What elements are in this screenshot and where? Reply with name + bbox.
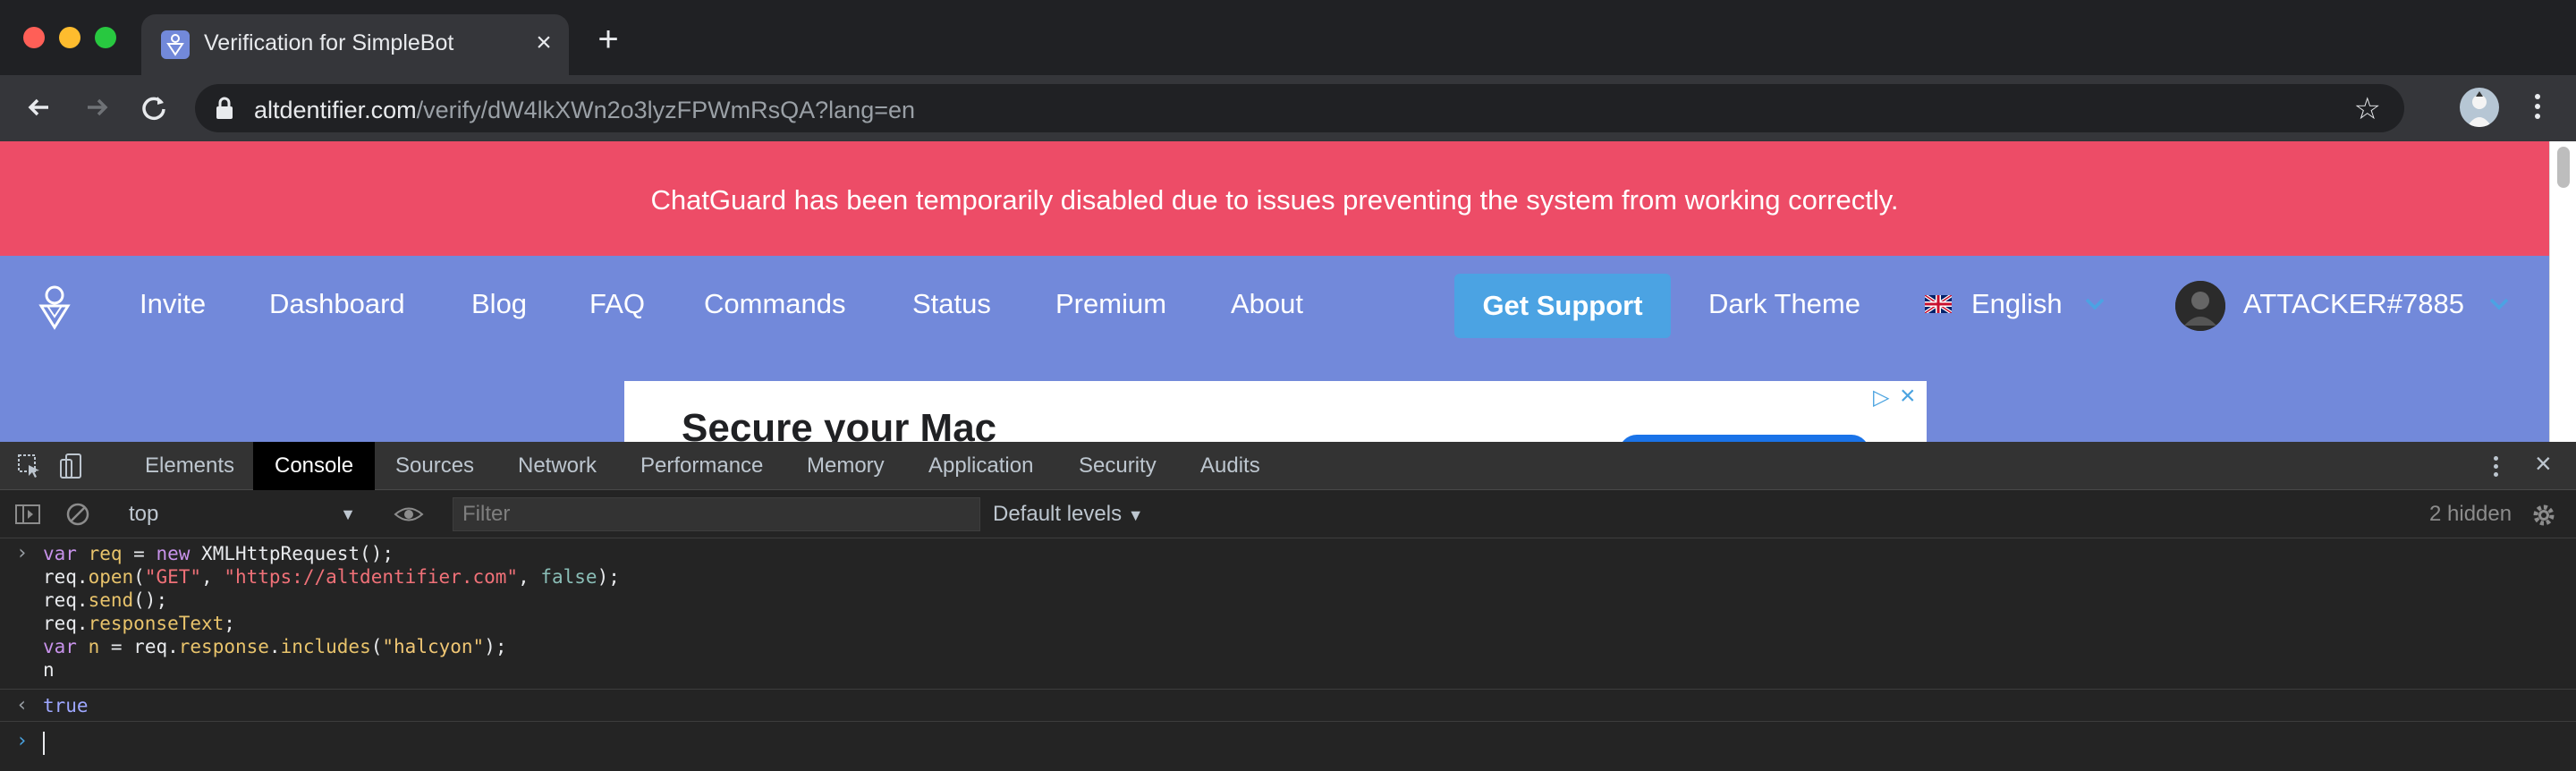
- console-divider-2: [0, 721, 2576, 722]
- devtools-close-icon[interactable]: ×: [2535, 447, 2552, 480]
- site-favicon-icon: [161, 30, 190, 59]
- star-icon[interactable]: ☆: [2354, 91, 2381, 127]
- ad-close-icon[interactable]: ×: [1900, 381, 1916, 411]
- user-avatar[interactable]: [2175, 281, 2225, 331]
- url-path: /verify/dW4lkXWn2o3lyzFPWmRsQA?lang=en: [416, 97, 916, 123]
- scrollbar-thumb[interactable]: [2557, 147, 2570, 188]
- lock-icon: [216, 97, 233, 119]
- console-output[interactable]: › var req = new XMLHttpRequest(); req.op…: [0, 538, 2576, 771]
- nav-commands[interactable]: Commands: [704, 288, 846, 320]
- tab-performance[interactable]: Performance: [619, 442, 784, 490]
- console-filter-input[interactable]: Filter: [453, 497, 980, 531]
- tab-elements[interactable]: Elements: [123, 442, 256, 490]
- log-levels-label: Default levels: [993, 502, 1123, 526]
- new-tab-button[interactable]: +: [590, 21, 626, 59]
- console-input-cursor[interactable]: [43, 732, 45, 755]
- gear-icon[interactable]: [2531, 503, 2556, 528]
- tab-security[interactable]: Security: [1057, 442, 1178, 490]
- devtools-panel: Elements Console Sources Network Perform…: [0, 442, 2576, 771]
- active-prompt-icon: ›: [16, 730, 29, 752]
- levels-arrow-icon: ▼: [1127, 506, 1144, 524]
- forward-icon[interactable]: [79, 89, 114, 125]
- menu-icon[interactable]: [2524, 89, 2551, 125]
- browser-tab[interactable]: Verification for SimpleBot ×: [141, 14, 569, 75]
- tab-sources[interactable]: Sources: [374, 442, 496, 490]
- browser-toolbar: altdentifier.com/verify/dW4lkXWn2o3lyzFP…: [0, 75, 2576, 141]
- console-line-2: req.open("GET", "https://altdentifier.co…: [43, 566, 620, 588]
- language-selector[interactable]: English: [1971, 288, 2063, 320]
- tab-title: Verification for SimpleBot: [204, 30, 454, 55]
- eye-icon[interactable]: [394, 501, 424, 528]
- url-host: altdentifier.com: [254, 97, 417, 123]
- devtools-more-icon[interactable]: [2487, 453, 2504, 479]
- tab-console[interactable]: Console: [253, 442, 376, 490]
- tab-close-icon[interactable]: ×: [528, 27, 560, 59]
- reload-icon[interactable]: [136, 89, 172, 125]
- nav-about[interactable]: About: [1231, 288, 1303, 320]
- tab-application[interactable]: Application: [907, 442, 1055, 490]
- alert-banner-text: ChatGuard has been temporarily disabled …: [650, 184, 1899, 216]
- user-name[interactable]: ATTACKER#7885: [2243, 288, 2464, 320]
- console-line-4: req.responseText;: [43, 613, 235, 634]
- console-line-3: req.send();: [43, 589, 168, 611]
- nav-premium[interactable]: Premium: [1055, 288, 1166, 320]
- clear-console-icon[interactable]: [64, 501, 91, 528]
- nav-dashboard[interactable]: Dashboard: [269, 288, 405, 320]
- select-arrow-icon: ▼: [340, 505, 356, 523]
- chevron-down-icon[interactable]: [2084, 297, 2106, 311]
- window-maximize-button[interactable]: [95, 27, 116, 48]
- uk-flag-icon: [1925, 295, 1952, 313]
- site-logo-icon[interactable]: [36, 284, 73, 331]
- alert-banner: ChatGuard has been temporarily disabled …: [0, 141, 2549, 256]
- ad-headline: Secure your Mac: [682, 406, 997, 442]
- profile-avatar[interactable]: [2460, 88, 2499, 127]
- user-chevron-down-icon[interactable]: [2488, 297, 2510, 311]
- devtools-tabbar: Elements Console Sources Network Perform…: [0, 442, 2576, 490]
- tab-memory[interactable]: Memory: [785, 442, 906, 490]
- window-close-button[interactable]: [23, 27, 45, 48]
- input-prompt-icon: ›: [16, 542, 29, 564]
- console-filterbar: top ▼ Filter Default levels ▼ 2 hidden: [0, 490, 2576, 538]
- get-support-button[interactable]: Get Support: [1454, 274, 1671, 338]
- page-scrollbar[interactable]: [2549, 141, 2576, 442]
- window-minimize-button[interactable]: [59, 27, 80, 48]
- dark-theme-link[interactable]: Dark Theme: [1708, 288, 1860, 320]
- inspect-icon[interactable]: [16, 453, 43, 479]
- web-page: ChatGuard has been temporarily disabled …: [0, 141, 2549, 442]
- device-toolbar-icon[interactable]: [57, 453, 84, 479]
- hidden-count: 2 hidden: [2429, 502, 2512, 526]
- back-icon[interactable]: [21, 89, 57, 125]
- nav-faq[interactable]: FAQ: [589, 288, 645, 320]
- advertisement[interactable]: Secure your Mac ▷ ×: [624, 381, 1927, 442]
- ad-cta-button[interactable]: [1619, 435, 1869, 442]
- nav-status[interactable]: Status: [912, 288, 991, 320]
- result-arrow-icon: ‹: [16, 694, 29, 716]
- context-value: top: [129, 502, 159, 526]
- address-bar[interactable]: altdentifier.com/verify/dW4lkXWn2o3lyzFP…: [195, 84, 2404, 132]
- console-line-5: var n = req.response.includes("halcyon")…: [43, 636, 507, 657]
- nav-invite[interactable]: Invite: [140, 288, 206, 320]
- console-divider: [0, 689, 2576, 690]
- adchoices-icon[interactable]: ▷: [1873, 385, 1889, 411]
- console-result: true: [43, 695, 89, 716]
- console-line-1: var req = new XMLHttpRequest();: [43, 543, 394, 564]
- console-line-6: n: [43, 659, 55, 681]
- tab-audits[interactable]: Audits: [1179, 442, 1282, 490]
- browser-tabstrip: Verification for SimpleBot × +: [0, 0, 2576, 75]
- log-levels-select[interactable]: Default levels ▼: [993, 497, 1144, 531]
- context-select[interactable]: top ▼: [116, 497, 369, 531]
- console-sidebar-icon[interactable]: [14, 501, 41, 528]
- nav-blog[interactable]: Blog: [471, 288, 527, 320]
- url-text: altdentifier.com/verify/dW4lkXWn2o3lyzFP…: [254, 97, 915, 124]
- tab-network[interactable]: Network: [496, 442, 618, 490]
- site-navbar: Invite Dashboard Blog FAQ Commands Statu…: [0, 256, 2549, 356]
